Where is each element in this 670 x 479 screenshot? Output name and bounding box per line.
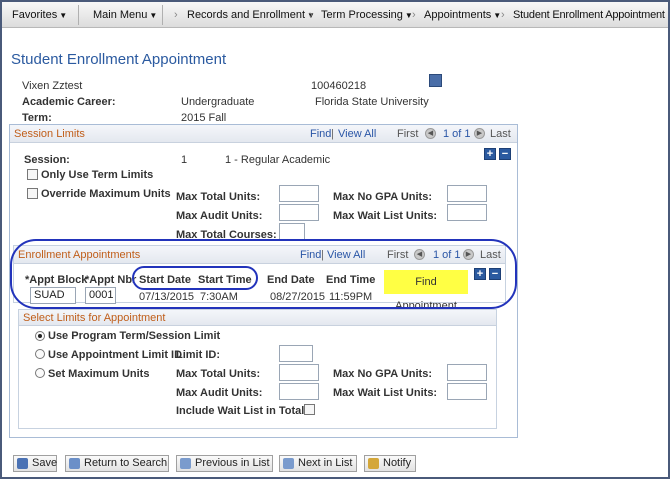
max-audit-units-label: Max Audit Units: <box>176 210 263 222</box>
include-wait-list-label: Include Wait List in Total: <box>176 405 308 417</box>
nav-main-menu-label: Main Menu <box>93 9 148 21</box>
appt-max-wait-list-input[interactable] <box>447 383 487 400</box>
previous-icon <box>180 458 191 469</box>
annotation-circle-appointments <box>10 239 517 309</box>
page-title: Student Enrollment Appointment <box>11 51 227 68</box>
max-wait-list-units-input[interactable] <box>447 204 487 221</box>
appt-max-audit-input[interactable] <box>279 383 319 400</box>
nav-favorites-label: Favorites <box>12 9 58 21</box>
breadcrumb-label: Term Processing <box>321 9 403 21</box>
prev-arrow-icon[interactable]: ◀ <box>425 128 436 139</box>
appt-max-total-units-input[interactable] <box>279 364 319 381</box>
breadcrumb-arrow-icon: › <box>412 9 416 21</box>
save-button[interactable]: Save <box>13 455 57 472</box>
set-max-units-label: Set Maximum Units <box>48 368 150 380</box>
annotation-circle-start <box>132 266 258 290</box>
next-in-list-label: Next in List <box>298 457 353 469</box>
session-label: Session: <box>24 154 70 166</box>
chevron-down-icon: ▼ <box>59 11 68 20</box>
next-in-list-button[interactable]: Next in List <box>279 455 357 472</box>
breadcrumb-label: Appointments <box>424 9 492 21</box>
save-label: Save <box>32 457 58 469</box>
appt-max-wait-list-label: Max Wait List Units: <box>333 387 438 399</box>
limit-id-label: Limit ID: <box>176 349 220 361</box>
nav-favorites[interactable]: Favorites ▼ <box>12 9 67 21</box>
session-view-all-link[interactable]: View All <box>338 128 376 140</box>
set-max-units-radio[interactable] <box>35 368 45 378</box>
return-to-search-label: Return to Search <box>84 457 168 469</box>
breadcrumb-term-processing[interactable]: Term Processing ▼ <box>321 9 413 21</box>
delete-row-icon[interactable]: − <box>499 148 511 160</box>
next-icon <box>283 458 294 469</box>
institution-value: Florida State University <box>315 96 429 108</box>
breadcrumb-appointments[interactable]: Appointments ▼ <box>424 9 501 21</box>
person-card-icon[interactable] <box>429 74 442 87</box>
max-total-units-label: Max Total Units: <box>176 191 261 203</box>
divider-pipe: | <box>331 128 334 140</box>
use-program-limit-radio[interactable] <box>35 331 45 341</box>
appt-max-no-gpa-label: Max No GPA Units: <box>333 368 433 380</box>
session-count: 1 of 1 <box>443 128 471 140</box>
only-use-term-limits-checkbox[interactable] <box>27 169 38 180</box>
student-id: 100460218 <box>311 80 367 92</box>
search-icon <box>69 458 80 469</box>
add-row-icon[interactable]: + <box>484 148 496 160</box>
select-limits-header: Select Limits for Appointment <box>19 310 496 326</box>
only-use-term-limits-label: Only Use Term Limits <box>41 169 154 181</box>
term-value: 2015 Fall <box>181 112 227 124</box>
max-no-gpa-units-label: Max No GPA Units: <box>333 191 433 203</box>
chevron-down-icon: ▼ <box>493 11 502 20</box>
use-program-limit-label: Use Program Term/Session Limit <box>48 330 221 342</box>
override-max-units-checkbox[interactable] <box>27 188 38 199</box>
student-name: Vixen Zztest <box>22 80 83 92</box>
notify-label: Notify <box>383 457 412 469</box>
breadcrumb-current: Student Enrollment Appointment <box>513 9 665 21</box>
session-first-label[interactable]: First <box>397 128 418 140</box>
max-wait-list-units-label: Max Wait List Units: <box>333 210 438 222</box>
top-nav-bar: Favorites ▼ Main Menu ▼ › Records and Enro… <box>2 2 668 28</box>
next-arrow-icon[interactable]: ▶ <box>474 128 485 139</box>
appt-max-audit-label: Max Audit Units: <box>176 387 263 399</box>
max-total-units-input[interactable] <box>279 185 319 202</box>
limit-id-input[interactable] <box>279 345 313 362</box>
session-last-label[interactable]: Last <box>490 128 511 140</box>
include-wait-list-checkbox[interactable] <box>304 404 315 415</box>
save-icon <box>17 458 28 469</box>
breadcrumb-records-enrollment[interactable]: Records and Enrollment ▼ <box>187 9 315 21</box>
breadcrumb-arrow-icon: › <box>501 9 505 21</box>
session-description: 1 - Regular Academic <box>225 154 331 166</box>
max-no-gpa-units-input[interactable] <box>447 185 487 202</box>
session-limits-header: Session Limits Find | View All First ◀ 1… <box>10 125 517 143</box>
appt-max-no-gpa-input[interactable] <box>447 364 487 381</box>
session-find-link[interactable]: Find <box>310 128 331 140</box>
chevron-down-icon: ▼ <box>149 11 158 20</box>
override-max-units-label: Override Maximum Units <box>41 188 171 200</box>
previous-in-list-button[interactable]: Previous in List <box>176 455 273 472</box>
use-appt-limit-id-radio[interactable] <box>35 349 45 359</box>
academic-career-label: Academic Career: <box>22 96 116 108</box>
breadcrumb-arrow-icon: › <box>309 9 313 21</box>
use-appt-limit-id-label: Use Appointment Limit ID <box>48 349 183 361</box>
max-total-courses-input[interactable] <box>279 223 305 240</box>
session-limits-title: Session Limits <box>14 128 85 140</box>
academic-career-value: Undergraduate <box>181 96 255 108</box>
nav-main-menu[interactable]: Main Menu ▼ <box>93 9 157 21</box>
select-limits-title: Select Limits for Appointment <box>23 312 166 324</box>
session-number: 1 <box>181 154 188 166</box>
notify-icon <box>368 458 379 469</box>
term-label: Term: <box>22 112 52 124</box>
appt-max-total-units-label: Max Total Units: <box>176 368 261 380</box>
max-audit-units-input[interactable] <box>279 204 319 221</box>
previous-in-list-label: Previous in List <box>195 457 270 469</box>
breadcrumb-arrow-icon: › <box>174 9 178 21</box>
nav-divider <box>78 5 79 25</box>
nav-divider <box>162 5 163 25</box>
return-to-search-button[interactable]: Return to Search <box>65 455 169 472</box>
notify-button[interactable]: Notify <box>364 455 416 472</box>
breadcrumb-label: Records and Enrollment <box>187 9 306 21</box>
